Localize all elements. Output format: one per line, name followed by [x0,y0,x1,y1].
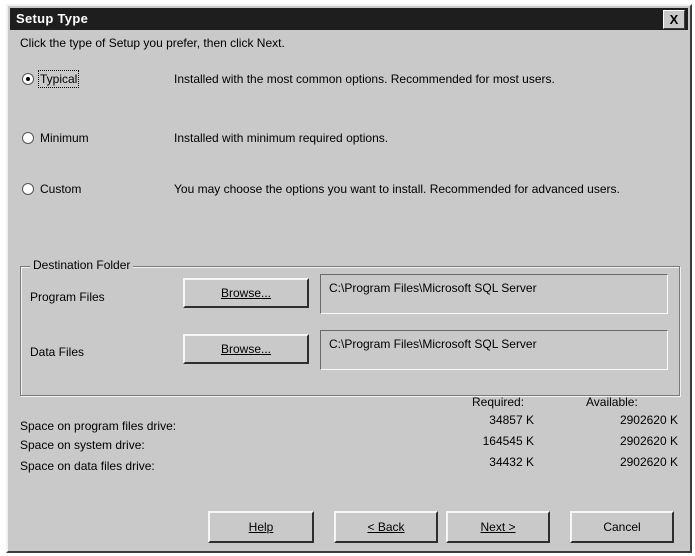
typical-description: Installed with the most common options. … [174,72,555,86]
custom-label[interactable]: Custom [40,182,81,196]
help-button-label: Help [248,520,274,534]
cancel-button-label: Cancel [603,520,641,534]
space-row-available: 2902620 K [619,434,678,448]
program-files-label: Program Files [30,290,105,304]
minimum-description: Installed with minimum required options. [174,131,389,145]
available-header: Available: [586,395,638,409]
typical-radio[interactable] [22,73,34,85]
required-header: Required: [472,395,525,409]
browse-button-label: Browse... [220,342,271,356]
data-files-path: C:\Program Files\Microsoft SQL Server [320,330,668,370]
space-row-available: 2902620 K [619,413,678,427]
data-files-browse-button[interactable]: Browse... [183,334,309,364]
back-button-label: < Back [367,520,405,534]
dialog-title: Setup Type [16,11,89,26]
radio-selected-dot [26,77,30,81]
program-files-path: C:\Program Files\Microsoft SQL Server [320,274,668,314]
typical-label[interactable]: Typical [37,70,80,88]
title-bar[interactable]: Setup Type X [10,8,688,30]
space-row-label: Space on system drive: [20,438,145,452]
custom-radio[interactable] [22,183,34,195]
cancel-button[interactable]: Cancel [570,511,674,543]
space-row-required: 164545 K [482,434,534,448]
setup-type-dialog: Setup Type X Click the type of Setup you… [6,4,692,553]
instruction-text: Click the type of Setup you prefer, then… [20,36,285,50]
close-button[interactable]: X [663,10,685,29]
space-row-required: 34432 K [489,455,534,469]
space-row-label: Space on program files drive: [20,419,177,433]
help-button[interactable]: Help [208,511,314,543]
space-row-available: 2902620 K [619,455,678,469]
browse-button-label: Browse... [220,286,271,300]
back-button[interactable]: < Back [334,511,438,543]
minimum-radio[interactable] [22,132,34,144]
destination-folder-title: Destination Folder [30,258,134,272]
minimum-label[interactable]: Minimum [40,131,89,145]
next-button-label: Next > [480,520,516,534]
custom-description: You may choose the options you want to i… [174,182,620,196]
space-row-required: 34857 K [489,413,534,427]
data-files-label: Data Files [30,345,85,359]
space-row-label: Space on data files drive: [20,459,155,473]
program-files-browse-button[interactable]: Browse... [183,278,309,308]
next-button[interactable]: Next > [446,511,550,543]
